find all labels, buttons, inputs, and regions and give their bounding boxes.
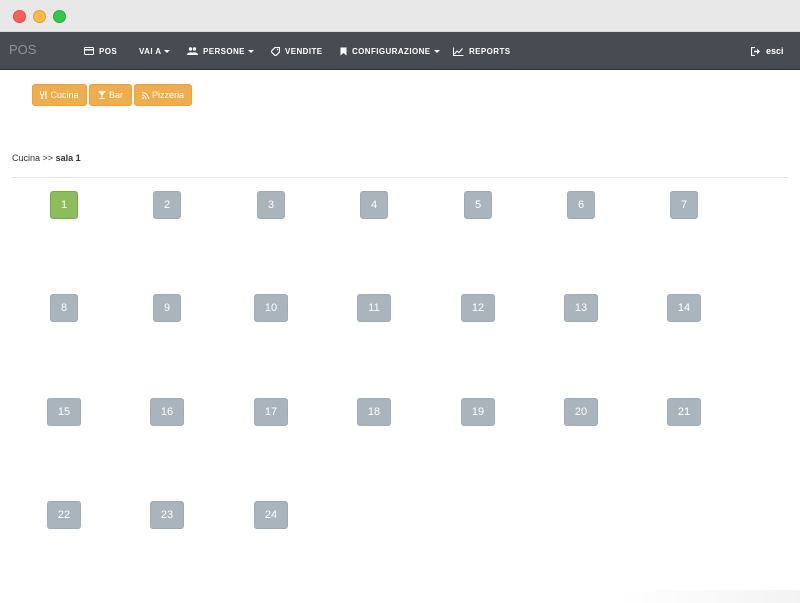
window-titlebar — [0, 0, 800, 32]
breadcrumb-current: sala 1 — [55, 153, 81, 163]
nav-reports[interactable]: REPORTS — [453, 32, 510, 70]
table-18-button[interactable]: 18 — [357, 398, 391, 426]
nav-pos[interactable]: POS — [84, 32, 117, 70]
category-pizzeria-button[interactable]: Pizzeria — [134, 84, 192, 106]
table-15-button[interactable]: 15 — [47, 398, 81, 426]
sign-out-icon — [751, 46, 760, 56]
table-10-button[interactable]: 10 — [254, 294, 288, 322]
table-7-button[interactable]: 7 — [670, 191, 698, 219]
line-chart-icon — [453, 47, 464, 56]
table-17-button[interactable]: 17 — [254, 398, 288, 426]
breadcrumb-parent[interactable]: Cucina — [12, 153, 40, 163]
table-4-button[interactable]: 4 — [360, 191, 388, 219]
table-19-button[interactable]: 19 — [461, 398, 495, 426]
table-21-button[interactable]: 21 — [667, 398, 701, 426]
close-window-button[interactable] — [13, 10, 26, 23]
table-12-button[interactable]: 12 — [461, 294, 495, 322]
table-11-button[interactable]: 11 — [357, 294, 391, 322]
table-9-button[interactable]: 9 — [153, 294, 181, 322]
table-2-button[interactable]: 2 — [153, 191, 181, 219]
brand-logo[interactable]: POS — [9, 42, 36, 57]
logout-label: esci — [766, 46, 784, 56]
table-1-button[interactable]: 1 — [50, 191, 78, 219]
category-pizzeria-label: Pizzeria — [151, 90, 184, 100]
top-navbar: POS POS VAI A PERSONE VENDITE CONFIGURAZ… — [0, 32, 800, 70]
credit-card-icon — [84, 47, 94, 55]
cutlery-icon — [40, 91, 47, 99]
nav-vendite-label: VENDITE — [285, 46, 323, 56]
category-bar-button[interactable]: Bar — [89, 84, 132, 106]
logout-link[interactable]: esci — [751, 32, 784, 70]
minimize-window-button[interactable] — [33, 10, 46, 23]
table-8-button[interactable]: 8 — [50, 294, 78, 322]
maximize-window-button[interactable] — [53, 10, 66, 23]
nav-reports-label: REPORTS — [469, 46, 511, 56]
glass-icon — [97, 91, 106, 99]
table-5-button[interactable]: 5 — [464, 191, 492, 219]
table-24-button[interactable]: 24 — [254, 501, 288, 529]
users-icon — [187, 47, 198, 55]
caret-down-icon — [164, 49, 171, 53]
caret-down-icon — [247, 49, 254, 53]
tag-icon — [271, 46, 280, 56]
breadcrumb-separator: >> — [42, 153, 54, 163]
table-22-button[interactable]: 22 — [47, 501, 81, 529]
app-window: POS POS VAI A PERSONE VENDITE CONFIGURAZ… — [0, 0, 800, 603]
nav-persone-label: PERSONE — [203, 46, 245, 56]
nav-pos-label: POS — [99, 46, 118, 56]
table-13-button[interactable]: 13 — [564, 294, 598, 322]
table-23-button[interactable]: 23 — [150, 501, 184, 529]
divider — [12, 177, 788, 178]
rss-icon — [141, 91, 149, 99]
table-14-button[interactable]: 14 — [667, 294, 701, 322]
page-edge — [620, 590, 800, 603]
bookmark-icon — [340, 47, 347, 55]
table-16-button[interactable]: 16 — [150, 398, 184, 426]
nav-persone[interactable]: PERSONE — [187, 32, 254, 70]
breadcrumb: Cucina >> sala 1 — [12, 153, 81, 163]
table-3-button[interactable]: 3 — [257, 191, 285, 219]
nav-vai-a[interactable]: VAI A — [139, 32, 171, 70]
nav-configurazione-label: CONFIGURAZIONE — [352, 46, 431, 56]
nav-configurazione[interactable]: CONFIGURAZIONE — [340, 32, 440, 70]
table-6-button[interactable]: 6 — [567, 191, 595, 219]
category-bar-label: Bar — [108, 90, 123, 100]
category-cucina-label: Cucina — [50, 90, 79, 100]
nav-vendite[interactable]: VENDITE — [271, 32, 322, 70]
table-20-button[interactable]: 20 — [564, 398, 598, 426]
caret-down-icon — [433, 49, 440, 53]
nav-vai-a-label: VAI A — [139, 46, 162, 56]
category-cucina-button[interactable]: Cucina — [32, 84, 87, 106]
